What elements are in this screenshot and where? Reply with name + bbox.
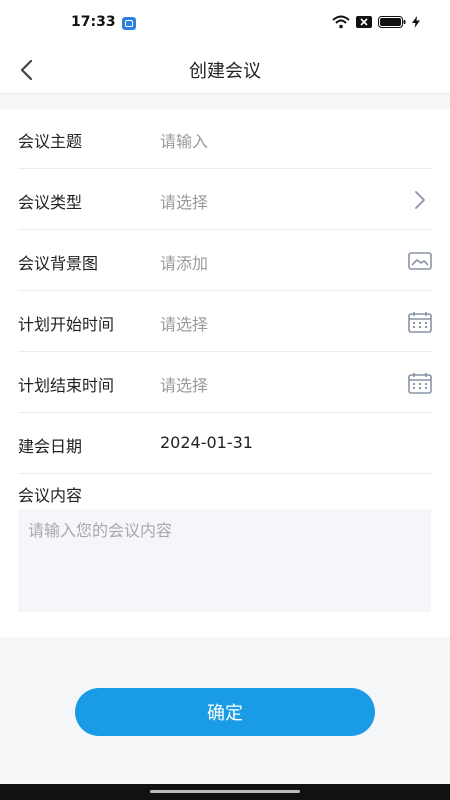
page-title: 创建会议 [189, 61, 261, 82]
battery-icon [378, 16, 406, 28]
row-label: 会议背景图 [18, 254, 99, 273]
subject-input[interactable]: 请输入 [160, 128, 208, 152]
home-indicator[interactable] [150, 790, 300, 793]
confirm-button[interactable]: 确定 [75, 688, 375, 736]
form-row-start-time[interactable]: 计划开始时间 请选择 [18, 292, 432, 352]
row-label: 计划开始时间 [18, 315, 115, 334]
start-time-select[interactable]: 请选择 [160, 311, 208, 335]
status-time: 17:33 [71, 14, 116, 30]
row-label: 建会日期 [18, 437, 83, 456]
calendar-icon[interactable] [408, 311, 432, 333]
content-label: 会议内容 [18, 486, 83, 505]
charging-icon [412, 16, 420, 28]
calendar-icon[interactable] [408, 372, 432, 394]
end-time-select[interactable]: 请选择 [160, 372, 208, 396]
background-add[interactable]: 请添加 [160, 250, 208, 274]
type-select[interactable]: 请选择 [160, 189, 208, 213]
form-row-end-time[interactable]: 计划结束时间 请选择 [18, 353, 432, 413]
meeting-form: 会议主题 请输入 会议类型 请选择 会议背景图 请添加 计划开始时间 请选择 计… [0, 109, 450, 637]
nav-bar: 创建会议 [0, 46, 450, 94]
status-bar: 17:33 [0, 0, 450, 46]
image-icon[interactable] [408, 250, 432, 272]
chevron-right-icon[interactable] [408, 189, 432, 211]
created-date-value: 2024-01-31 [160, 433, 253, 452]
row-label: 会议主题 [18, 132, 83, 151]
form-row-subject[interactable]: 会议主题 请输入 [18, 109, 432, 169]
form-row-background[interactable]: 会议背景图 请添加 [18, 231, 432, 291]
wifi-icon [332, 15, 350, 29]
status-icons [332, 15, 420, 29]
app-notification-icon [122, 17, 136, 30]
form-row-created-date: 建会日期 2024-01-31 [18, 414, 432, 474]
form-row-type[interactable]: 会议类型 请选择 [18, 170, 432, 230]
navigation-bar [0, 784, 450, 800]
content-textarea[interactable] [18, 509, 431, 612]
row-label: 会议类型 [18, 193, 83, 212]
row-label: 计划结束时间 [18, 376, 115, 395]
signal-x-icon [356, 16, 372, 28]
